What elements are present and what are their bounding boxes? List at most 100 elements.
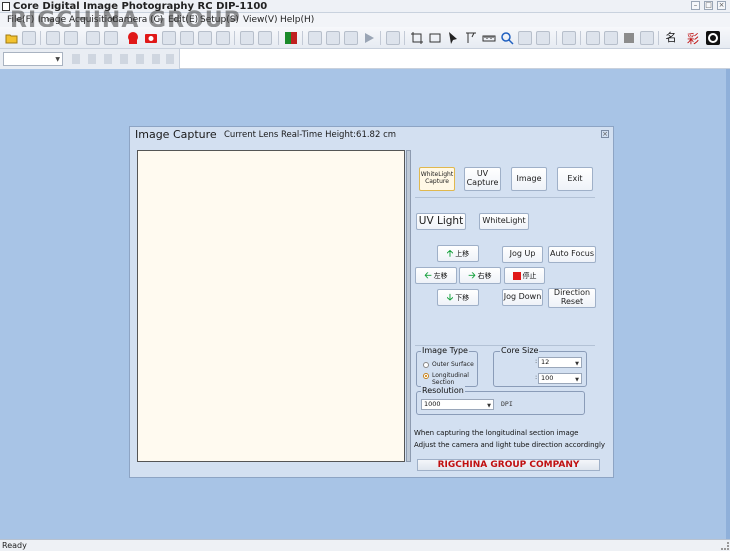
uv-light-button[interactable]: UV Light — [416, 213, 466, 230]
open-folder-icon[interactable] — [5, 31, 19, 45]
rotate-icon[interactable] — [180, 31, 194, 45]
arrow-down-icon: 🡣 — [446, 292, 454, 303]
dialog-close-icon[interactable]: × — [601, 130, 609, 138]
menu-camera[interactable]: Camera — [112, 14, 147, 26]
ruler-icon[interactable] — [482, 31, 496, 45]
crop-icon[interactable] — [198, 31, 212, 45]
resize-grip-icon[interactable] — [721, 542, 729, 550]
spacing-icon[interactable] — [166, 54, 174, 64]
close-button[interactable]: × — [717, 1, 726, 10]
layers-icon[interactable] — [586, 31, 600, 45]
play-icon[interactable] — [362, 31, 376, 45]
jog-up-button[interactable]: Jog Up — [502, 246, 543, 263]
image-capture-dialog: Image Capture Current Lens Real-Time Hei… — [129, 126, 614, 478]
red-camera-icon[interactable] — [126, 31, 140, 45]
move-right-button[interactable]: 🡢 右移 — [459, 267, 501, 284]
export-icon[interactable] — [562, 31, 576, 45]
resolution-select[interactable]: 1000 ▼ — [421, 399, 494, 410]
zoom-combo[interactable]: ▼ — [3, 52, 63, 66]
direction-reset-button[interactable]: Direction Reset — [548, 288, 596, 308]
menu-help[interactable]: Help(H) — [280, 14, 314, 26]
menu-edit[interactable]: Edit(E) — [168, 14, 198, 26]
jog-down-button[interactable]: Jog Down — [502, 289, 543, 306]
distribute-h-icon[interactable] — [120, 54, 128, 64]
grid-icon[interactable] — [308, 31, 322, 45]
chevron-down-icon: ▼ — [575, 377, 579, 383]
core-size-select-1[interactable]: 12 ▼ — [538, 357, 582, 368]
menu-file[interactable]: File(F) — [7, 14, 34, 26]
menu-bar: File(F) Image Acquisition Camera (C) Edi… — [0, 13, 730, 27]
pointer-icon[interactable] — [446, 31, 460, 45]
outer-surface-option[interactable]: Outer Surface — [423, 361, 474, 368]
move-up-label: 上移 — [455, 249, 470, 258]
dialog-title-bar[interactable]: Image Capture Current Lens Real-Time Hei… — [130, 127, 613, 143]
move-down-label: 下移 — [455, 293, 470, 302]
measure-icon[interactable] — [464, 31, 478, 45]
line-icon[interactable] — [536, 31, 550, 45]
zoom-fit-icon[interactable] — [518, 31, 532, 45]
minimize-button[interactable]: – — [691, 1, 700, 10]
longitudinal-section-option[interactable]: Longitudinal Section — [423, 372, 477, 386]
copy-icon[interactable] — [64, 31, 78, 45]
filter-icon[interactable] — [216, 31, 230, 45]
gray-square-icon[interactable] — [622, 31, 636, 45]
align-center-icon[interactable] — [88, 54, 96, 64]
histogram-icon[interactable] — [604, 31, 618, 45]
info-icon[interactable] — [386, 31, 400, 45]
menu-view[interactable]: View(V) — [243, 14, 278, 26]
core-size-value-2: 100 — [541, 374, 554, 382]
menu-image-acquisition[interactable]: Image Acquisition — [38, 14, 118, 26]
core-size-group: Core Size : 12 ▼ : 100 ▼ — [493, 346, 587, 387]
menu-setup[interactable]: Setup(S) — [200, 14, 239, 26]
core-size-value-1: 12 — [541, 358, 550, 366]
status-text: Ready — [2, 541, 27, 550]
redo-icon[interactable] — [104, 31, 118, 45]
outer-surface-label: Outer Surface — [432, 361, 474, 368]
red-photo-icon[interactable] — [144, 31, 158, 45]
move-right-label: 右移 — [477, 271, 492, 280]
svg-text:彩: 彩 — [687, 32, 699, 45]
config-icon[interactable] — [258, 31, 272, 45]
maximize-button[interactable]: □ — [704, 1, 713, 10]
image-button[interactable]: Image — [511, 167, 547, 191]
longitudinal-section-radio[interactable] — [423, 373, 429, 379]
distribute-v-icon[interactable] — [136, 54, 144, 64]
note-line-2: Adjust the camera and light tube directi… — [414, 441, 606, 449]
mirror-icon[interactable] — [326, 31, 340, 45]
window-controls: – □ × — [691, 1, 726, 10]
crop-tool-icon[interactable] — [410, 31, 424, 45]
outer-surface-radio[interactable] — [423, 362, 429, 368]
rectangle-icon[interactable] — [428, 31, 442, 45]
search-icon[interactable] — [500, 31, 514, 45]
core-size-select-2[interactable]: 100 ▼ — [538, 373, 582, 384]
uv-capture-button[interactable]: UV Capture — [464, 167, 501, 191]
move-left-button[interactable]: 🡠 左移 — [415, 267, 457, 284]
table-icon[interactable] — [640, 31, 654, 45]
stitch-icon[interactable] — [344, 31, 358, 45]
move-left-label: 左移 — [433, 271, 448, 280]
chevron-down-icon: ▼ — [55, 56, 60, 63]
name-text-icon[interactable]: 名 — [664, 31, 678, 45]
save-icon[interactable] — [22, 31, 36, 45]
color-calligraphy-icon[interactable]: 彩 — [686, 31, 700, 45]
workspace-edge — [726, 69, 730, 539]
undo-icon[interactable] — [86, 31, 100, 45]
exit-button[interactable]: Exit — [557, 167, 593, 191]
window-title: Core Digital Image Photography RC DIP-11… — [13, 1, 268, 12]
stop-button[interactable]: 停止 — [504, 267, 545, 284]
whitelight-button[interactable]: WhiteLight — [479, 213, 529, 230]
new-icon[interactable] — [46, 31, 60, 45]
align-left-icon[interactable] — [72, 54, 80, 64]
align-right-icon[interactable] — [104, 54, 112, 64]
brightness-icon[interactable] — [162, 31, 176, 45]
same-size-icon[interactable] — [152, 54, 160, 64]
move-down-button[interactable]: 🡣 下移 — [437, 289, 479, 306]
chart-icon[interactable] — [240, 31, 254, 45]
preview-scrollbar[interactable] — [406, 150, 411, 462]
auto-focus-button[interactable]: Auto Focus — [548, 246, 596, 263]
whitelight-capture-button[interactable]: WhiteLight Capture — [419, 167, 455, 191]
lens-height-label: Current Lens Real-Time Height:61.82 cm — [224, 130, 397, 140]
color-image-icon[interactable] — [284, 31, 298, 45]
move-up-button[interactable]: 🡡 上移 — [437, 245, 479, 262]
settings-icon[interactable] — [706, 31, 720, 45]
